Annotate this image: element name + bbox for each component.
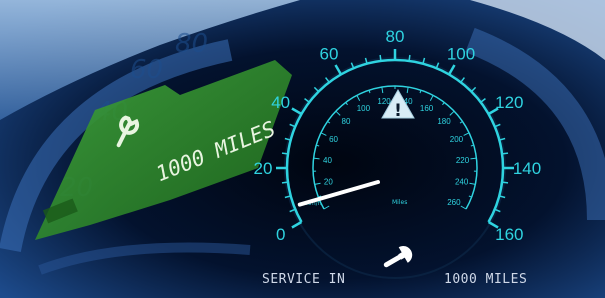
kmh-tick-label: 180 [437, 117, 451, 126]
mph-tick [501, 152, 509, 155]
kmh-tick-label: 160 [420, 104, 434, 113]
mph-tick [379, 54, 382, 62]
mph-tick [408, 54, 411, 62]
warning-symbol: ! [394, 101, 402, 121]
dashboard-photo: 20 40 60 80 1000 MILES 0 20 40 60 80 100 120 140 16… [0, 0, 605, 298]
kmh-tick-label: 260 [447, 198, 461, 207]
background-tick-label: 80 [175, 29, 208, 59]
mph-tick-label: 120 [495, 93, 523, 112]
mph-unit-label: Miles [392, 199, 407, 206]
kmh-tick-label: 80 [342, 117, 351, 126]
kmh-tick-label: 20 [324, 178, 333, 187]
mph-tick [281, 152, 289, 155]
mph-tick-label: 80 [386, 27, 405, 46]
background-tick-label: 60 [130, 55, 163, 85]
instrument-cluster: 20 40 60 80 1000 MILES 0 20 40 60 80 100 120 140 16… [0, 0, 605, 298]
mph-tick-label: 0 [276, 225, 285, 244]
kmh-tick-label: 220 [456, 156, 470, 165]
service-in-label: SERVICE IN [262, 272, 346, 287]
mph-tick [501, 181, 509, 184]
kmh-tick-label: 60 [329, 135, 338, 144]
kmh-tick-label: 200 [450, 135, 464, 144]
mph-tick-label: 140 [513, 159, 541, 178]
mph-tick-label: 100 [447, 45, 475, 64]
mph-tick-label: 40 [271, 93, 290, 112]
kmh-tick-label: 240 [455, 178, 469, 187]
kmh-tick-label: 100 [357, 104, 371, 113]
mph-tick-label: 60 [320, 45, 339, 64]
miles-remaining-label: 1000 MILES [444, 272, 528, 287]
mph-tick-label: 20 [254, 159, 273, 178]
mph-tick-label: 160 [495, 225, 523, 244]
kmh-tick-label: 40 [323, 156, 332, 165]
mph-tick [281, 181, 289, 184]
